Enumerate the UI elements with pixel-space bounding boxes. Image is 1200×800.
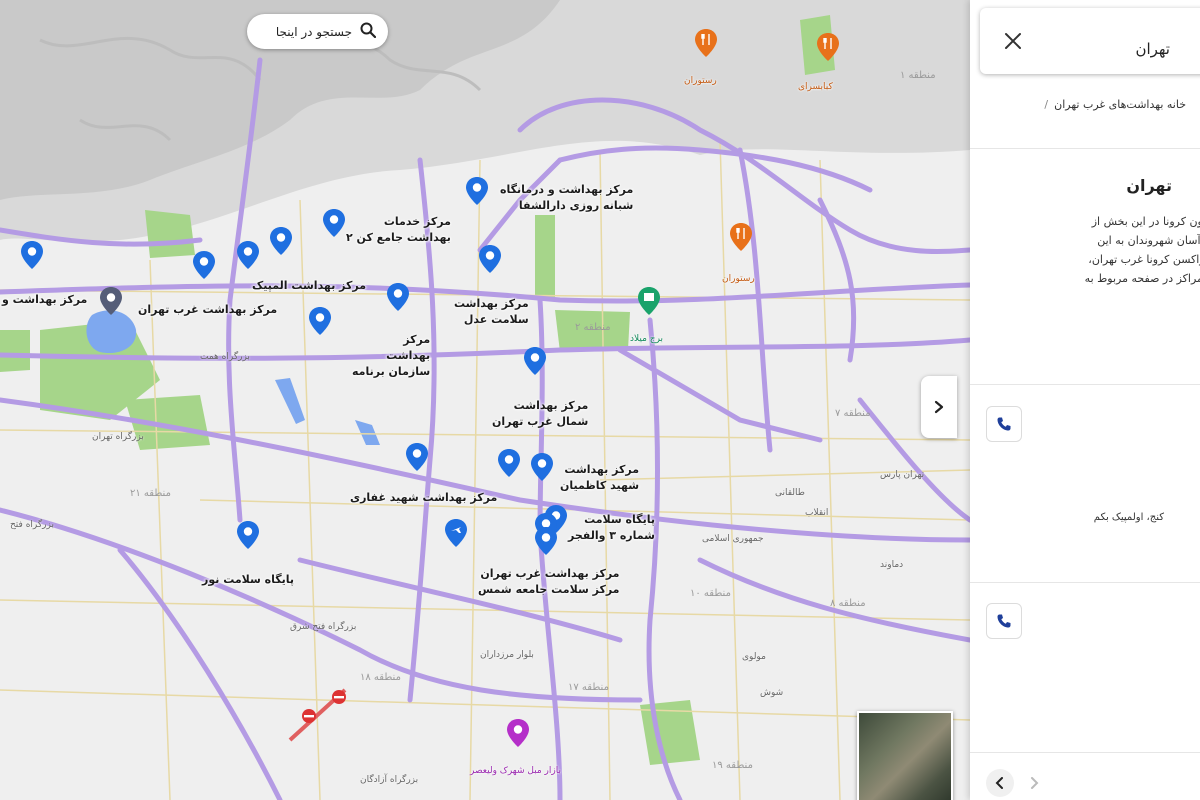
- previous-page-button[interactable]: [986, 769, 1014, 797]
- description-line: ر یک از این مراکز در صفحه مربوط به: [1084, 272, 1200, 285]
- airport-icon[interactable]: [444, 518, 468, 548]
- next-page-button[interactable]: [1020, 769, 1048, 797]
- marker-pin-icon[interactable]: [322, 208, 346, 238]
- restaurant-icon[interactable]: [694, 28, 718, 58]
- search-placeholder: جستجو در اینجا: [275, 24, 352, 39]
- chevron-left-icon: [995, 777, 1003, 789]
- selected-marker-pin-icon[interactable]: [99, 286, 123, 316]
- marker-label: مرکز بهداشت سلامت عدل: [454, 297, 529, 326]
- marker-pin-icon[interactable]: [20, 240, 44, 270]
- breadcrumb-separator: /: [1044, 98, 1049, 111]
- collapse-panel-button[interactable]: [921, 376, 957, 438]
- breadcrumb: خانه بهداشت‌های غرب تهران /: [1038, 98, 1186, 111]
- marker-label: مرکز بهداشت و: [2, 293, 88, 306]
- marker-label: پایگاه سلامت شماره ۳ والفجر: [568, 513, 655, 542]
- marker-label: مرکز بهداشت سازمان برنامه: [352, 333, 431, 378]
- district-label: منطقه ۸: [830, 598, 866, 609]
- marker-label: مرکز بهداشت غرب تهران مرکز سلامت جامعه ش…: [478, 567, 620, 596]
- divider: [970, 384, 1200, 385]
- shopping-icon[interactable]: [506, 718, 530, 748]
- call-button[interactable]: [986, 603, 1022, 639]
- no-entry-icon: [332, 690, 346, 704]
- district-label: منطقه ۱۰: [690, 588, 731, 599]
- side-panel: تهران خانه بهداشت‌های غرب تهران / تهران ر…: [970, 0, 1200, 800]
- district-label: منطقه ۲۱: [130, 488, 171, 499]
- marker-label: مرکز بهداشت غرب تهران: [138, 303, 278, 316]
- marker-label: مرکز بهداشت المپیک: [252, 279, 367, 292]
- poi-label: بازار مبل شهرک ولیعصر: [470, 766, 562, 776]
- search-icon[interactable]: [360, 22, 377, 42]
- marker-pin-icon[interactable]: [497, 448, 521, 478]
- map-canvas[interactable]: منطقه ۱ منطقه ۲ منطقه ۷ منطقه ۸ منطقه ۲۱…: [0, 0, 970, 800]
- marker-label: مرکز بهداشت شمال غرب تهران: [492, 399, 589, 428]
- road-label: شوش: [760, 688, 784, 698]
- location-address: کنج، اولمپیک بکم: [1093, 512, 1164, 523]
- map-base-layer: [0, 0, 970, 800]
- district-label: منطقه ۱: [900, 70, 936, 81]
- district-label: منطقه ۲: [575, 322, 611, 333]
- description-line: راکز تزریق واکسن کرونا غرب تهران،: [1088, 253, 1200, 266]
- description-line: ر واکسیناسیون کرونا در این بخش از: [1091, 215, 1200, 228]
- road-label: بزرگراه آزادگان: [360, 775, 419, 785]
- road-label: بزرگراه فتح شرق: [290, 622, 357, 632]
- marker-pin-icon[interactable]: [192, 250, 216, 280]
- phone-icon: [997, 614, 1011, 628]
- marker-pin-icon[interactable]: [236, 520, 260, 550]
- district-label: منطقه ۷: [835, 408, 871, 419]
- no-entry-icon: [302, 709, 316, 723]
- marker-pin-icon[interactable]: [269, 226, 293, 256]
- description-line: ی دسترسی آسان شهروندان به این: [1097, 234, 1200, 247]
- divider: [970, 752, 1200, 753]
- road-label: جمهوری اسلامی: [702, 534, 764, 544]
- divider: [970, 582, 1200, 583]
- marker-pin-icon[interactable]: [523, 346, 547, 376]
- road-label: بزرگراه تهران: [92, 432, 144, 442]
- road-label: دماوند: [880, 560, 904, 570]
- marker-pin-icon[interactable]: [530, 452, 554, 482]
- poi-label: کبابسرای: [798, 82, 833, 92]
- poi-label: رستوران: [722, 274, 755, 284]
- poi-label: رستوران: [684, 76, 717, 86]
- marker-label: مرکز بهداشت شهید کاظمیان: [560, 463, 640, 492]
- marker-label: مرکز بهداشت و درمانگاه شبانه روزی دارالش…: [500, 183, 634, 212]
- road-label: بزرگراه فتح: [10, 520, 54, 530]
- page-title: تهران: [1126, 176, 1172, 195]
- district-label: منطقه ۱۸: [360, 672, 401, 683]
- marker-pin-icon[interactable]: [386, 282, 410, 312]
- map-search-box[interactable]: جستجو در اینجا: [247, 14, 388, 49]
- phone-icon: [997, 417, 1011, 431]
- marker-pin-icon[interactable]: [465, 176, 489, 206]
- marker-pin-icon[interactable]: [308, 306, 332, 336]
- road-label: طالقانی: [775, 488, 805, 498]
- chevron-right-icon: [934, 400, 944, 414]
- marker-pin-icon[interactable]: [405, 442, 429, 472]
- road-label: تهران پارس: [880, 470, 925, 480]
- road-label: انقلاب: [805, 508, 829, 518]
- marker-label: مرکز بهداشت شهید غفاری: [350, 491, 498, 504]
- restaurant-icon[interactable]: [729, 222, 753, 252]
- breadcrumb-link[interactable]: خانه بهداشت‌های غرب تهران: [1054, 98, 1186, 111]
- poi-label: برج میلاد: [630, 334, 664, 344]
- marker-label: مرکز خدمات بهداشت جامع کن ۲: [346, 215, 451, 244]
- road-label: بلوار مرزداران: [480, 650, 534, 660]
- restaurant-icon[interactable]: [816, 32, 840, 62]
- satellite-layer-toggle[interactable]: [857, 711, 953, 800]
- page-description: ر واکسیناسیون کرونا در این بخش از ی دستر…: [998, 212, 1200, 288]
- call-button[interactable]: [986, 406, 1022, 442]
- landmark-icon[interactable]: [637, 286, 661, 316]
- marker-pin-icon[interactable]: [236, 240, 260, 270]
- close-icon[interactable]: [1002, 30, 1024, 52]
- panel-header-title: تهران: [1135, 40, 1170, 58]
- marker-label: پایگاه سلامت نور: [202, 573, 295, 586]
- road-label: بزرگراه همت: [200, 352, 250, 362]
- district-label: منطقه ۱۷: [568, 682, 609, 693]
- divider: [970, 148, 1200, 149]
- marker-pin-icon[interactable]: [478, 244, 502, 274]
- chevron-right-icon: [1031, 777, 1039, 789]
- road-label: مولوی: [742, 652, 766, 662]
- district-label: منطقه ۱۹: [712, 760, 753, 771]
- marker-pin-icon[interactable]: [534, 526, 558, 556]
- panel-header: تهران: [980, 8, 1200, 74]
